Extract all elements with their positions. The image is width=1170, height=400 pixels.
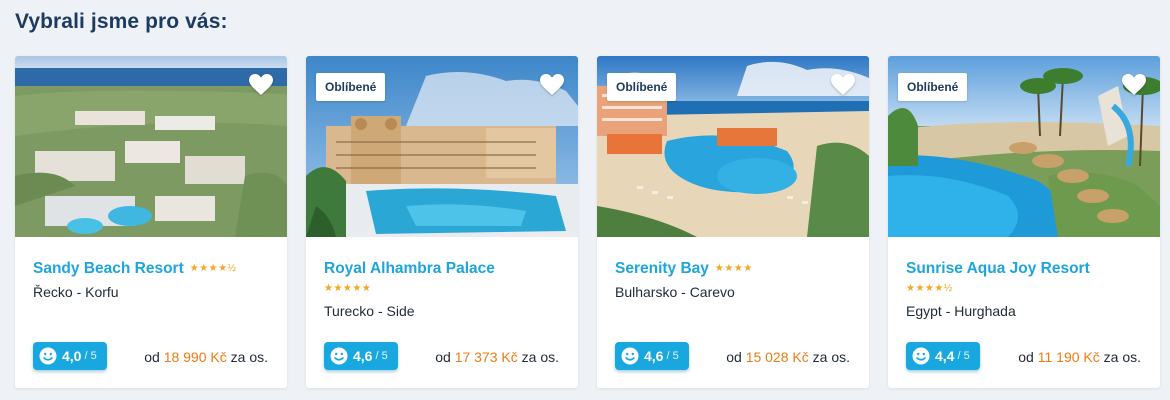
hotel-card[interactable]: Oblíbené Royal Alhambra Palace ★★★★★ Tur… — [306, 56, 578, 388]
hotel-photo[interactable]: Oblíbené — [597, 56, 869, 237]
price-suffix: za os. — [521, 349, 559, 365]
rating-badge: 4,6 / 5 — [615, 342, 689, 370]
price-amount: 17 373 Kč — [454, 349, 518, 365]
favorite-heart-icon[interactable] — [249, 74, 273, 96]
rating-value: 4,0 — [62, 348, 82, 364]
rating-max: / 5 — [957, 350, 970, 362]
name-row: Sandy Beach Resort ★★★★½ — [33, 260, 277, 280]
rating-badge: 4,4 / 5 — [906, 342, 980, 370]
rating-max: / 5 — [84, 350, 97, 362]
price-suffix: za os. — [1103, 349, 1141, 365]
smiley-face-icon — [330, 347, 348, 365]
price-amount: 11 190 Kč — [1037, 349, 1100, 365]
price-suffix: za os. — [812, 349, 850, 365]
popular-badge: Oblíbené — [316, 73, 386, 101]
hotel-location: Egypt - Hurghada — [906, 303, 1016, 319]
smiley-face-icon — [39, 347, 57, 365]
rating-value: 4,6 — [644, 348, 664, 364]
hotel-card[interactable]: Oblíbené Sunrise Aqua Joy Resort ★★★★½ E… — [888, 56, 1160, 388]
price-amount: 15 028 Kč — [745, 349, 809, 365]
name-row: Sunrise Aqua Joy Resort — [906, 260, 1150, 280]
hotel-location: Bulharsko - Carevo — [615, 284, 735, 300]
price: od 17 373 Kč za os. — [435, 349, 559, 365]
star-rating: ★★★★ — [714, 263, 753, 274]
hotel-name-link[interactable]: Sunrise Aqua Joy Resort — [906, 260, 1090, 277]
price: od 11 190 Kč za os. — [1018, 349, 1141, 365]
rating-value: 4,4 — [935, 348, 955, 364]
hotel-card[interactable]: Oblíbené Serenity Bay ★★★★ Bulharsko - Ca… — [597, 56, 869, 388]
hotel-name-link[interactable]: Serenity Bay — [615, 260, 709, 277]
hotel-name-link[interactable]: Royal Alhambra Palace — [324, 260, 495, 277]
hotel-photo[interactable]: Oblíbené — [306, 56, 578, 237]
rating-badge: 4,6 / 5 — [324, 342, 398, 370]
rating-max: / 5 — [666, 350, 679, 362]
price-prefix: od — [726, 349, 742, 365]
popular-badge: Oblíbené — [607, 73, 677, 101]
star-rating: ★★★★½ — [189, 263, 237, 274]
price-amount: 18 990 Kč — [163, 349, 227, 365]
rating-value: 4,6 — [353, 348, 373, 364]
favorite-heart-icon[interactable] — [1122, 74, 1146, 96]
hotel-photo[interactable]: Oblíbené — [888, 56, 1160, 237]
smiley-face-icon — [621, 347, 639, 365]
rating-max: / 5 — [375, 350, 388, 362]
hotel-location: Turecko - Side — [324, 303, 415, 319]
price-prefix: od — [144, 349, 160, 365]
hotel-cards: Sandy Beach Resort ★★★★½ Řecko - Korfu 4,… — [0, 0, 1170, 400]
favorite-heart-icon[interactable] — [831, 74, 855, 96]
smiley-face-icon — [912, 347, 930, 365]
hotel-name-link[interactable]: Sandy Beach Resort — [33, 260, 184, 277]
price-suffix: za os. — [230, 349, 268, 365]
star-rating: ★★★★½ — [906, 283, 953, 294]
favorite-heart-icon[interactable] — [540, 74, 564, 96]
popular-badge: Oblíbené — [898, 73, 968, 101]
star-rating: ★★★★★ — [324, 283, 372, 294]
price-prefix: od — [435, 349, 451, 365]
price-prefix: od — [1018, 349, 1034, 365]
name-row: Serenity Bay ★★★★ — [615, 260, 859, 280]
hotel-location: Řecko - Korfu — [33, 284, 119, 300]
name-row: Royal Alhambra Palace — [324, 260, 568, 280]
hotel-photo[interactable] — [15, 56, 287, 237]
price: od 15 028 Kč za os. — [726, 349, 850, 365]
rating-badge: 4,0 / 5 — [33, 342, 107, 370]
price: od 18 990 Kč za os. — [144, 349, 268, 365]
hotel-card[interactable]: Sandy Beach Resort ★★★★½ Řecko - Korfu 4,… — [15, 56, 287, 388]
